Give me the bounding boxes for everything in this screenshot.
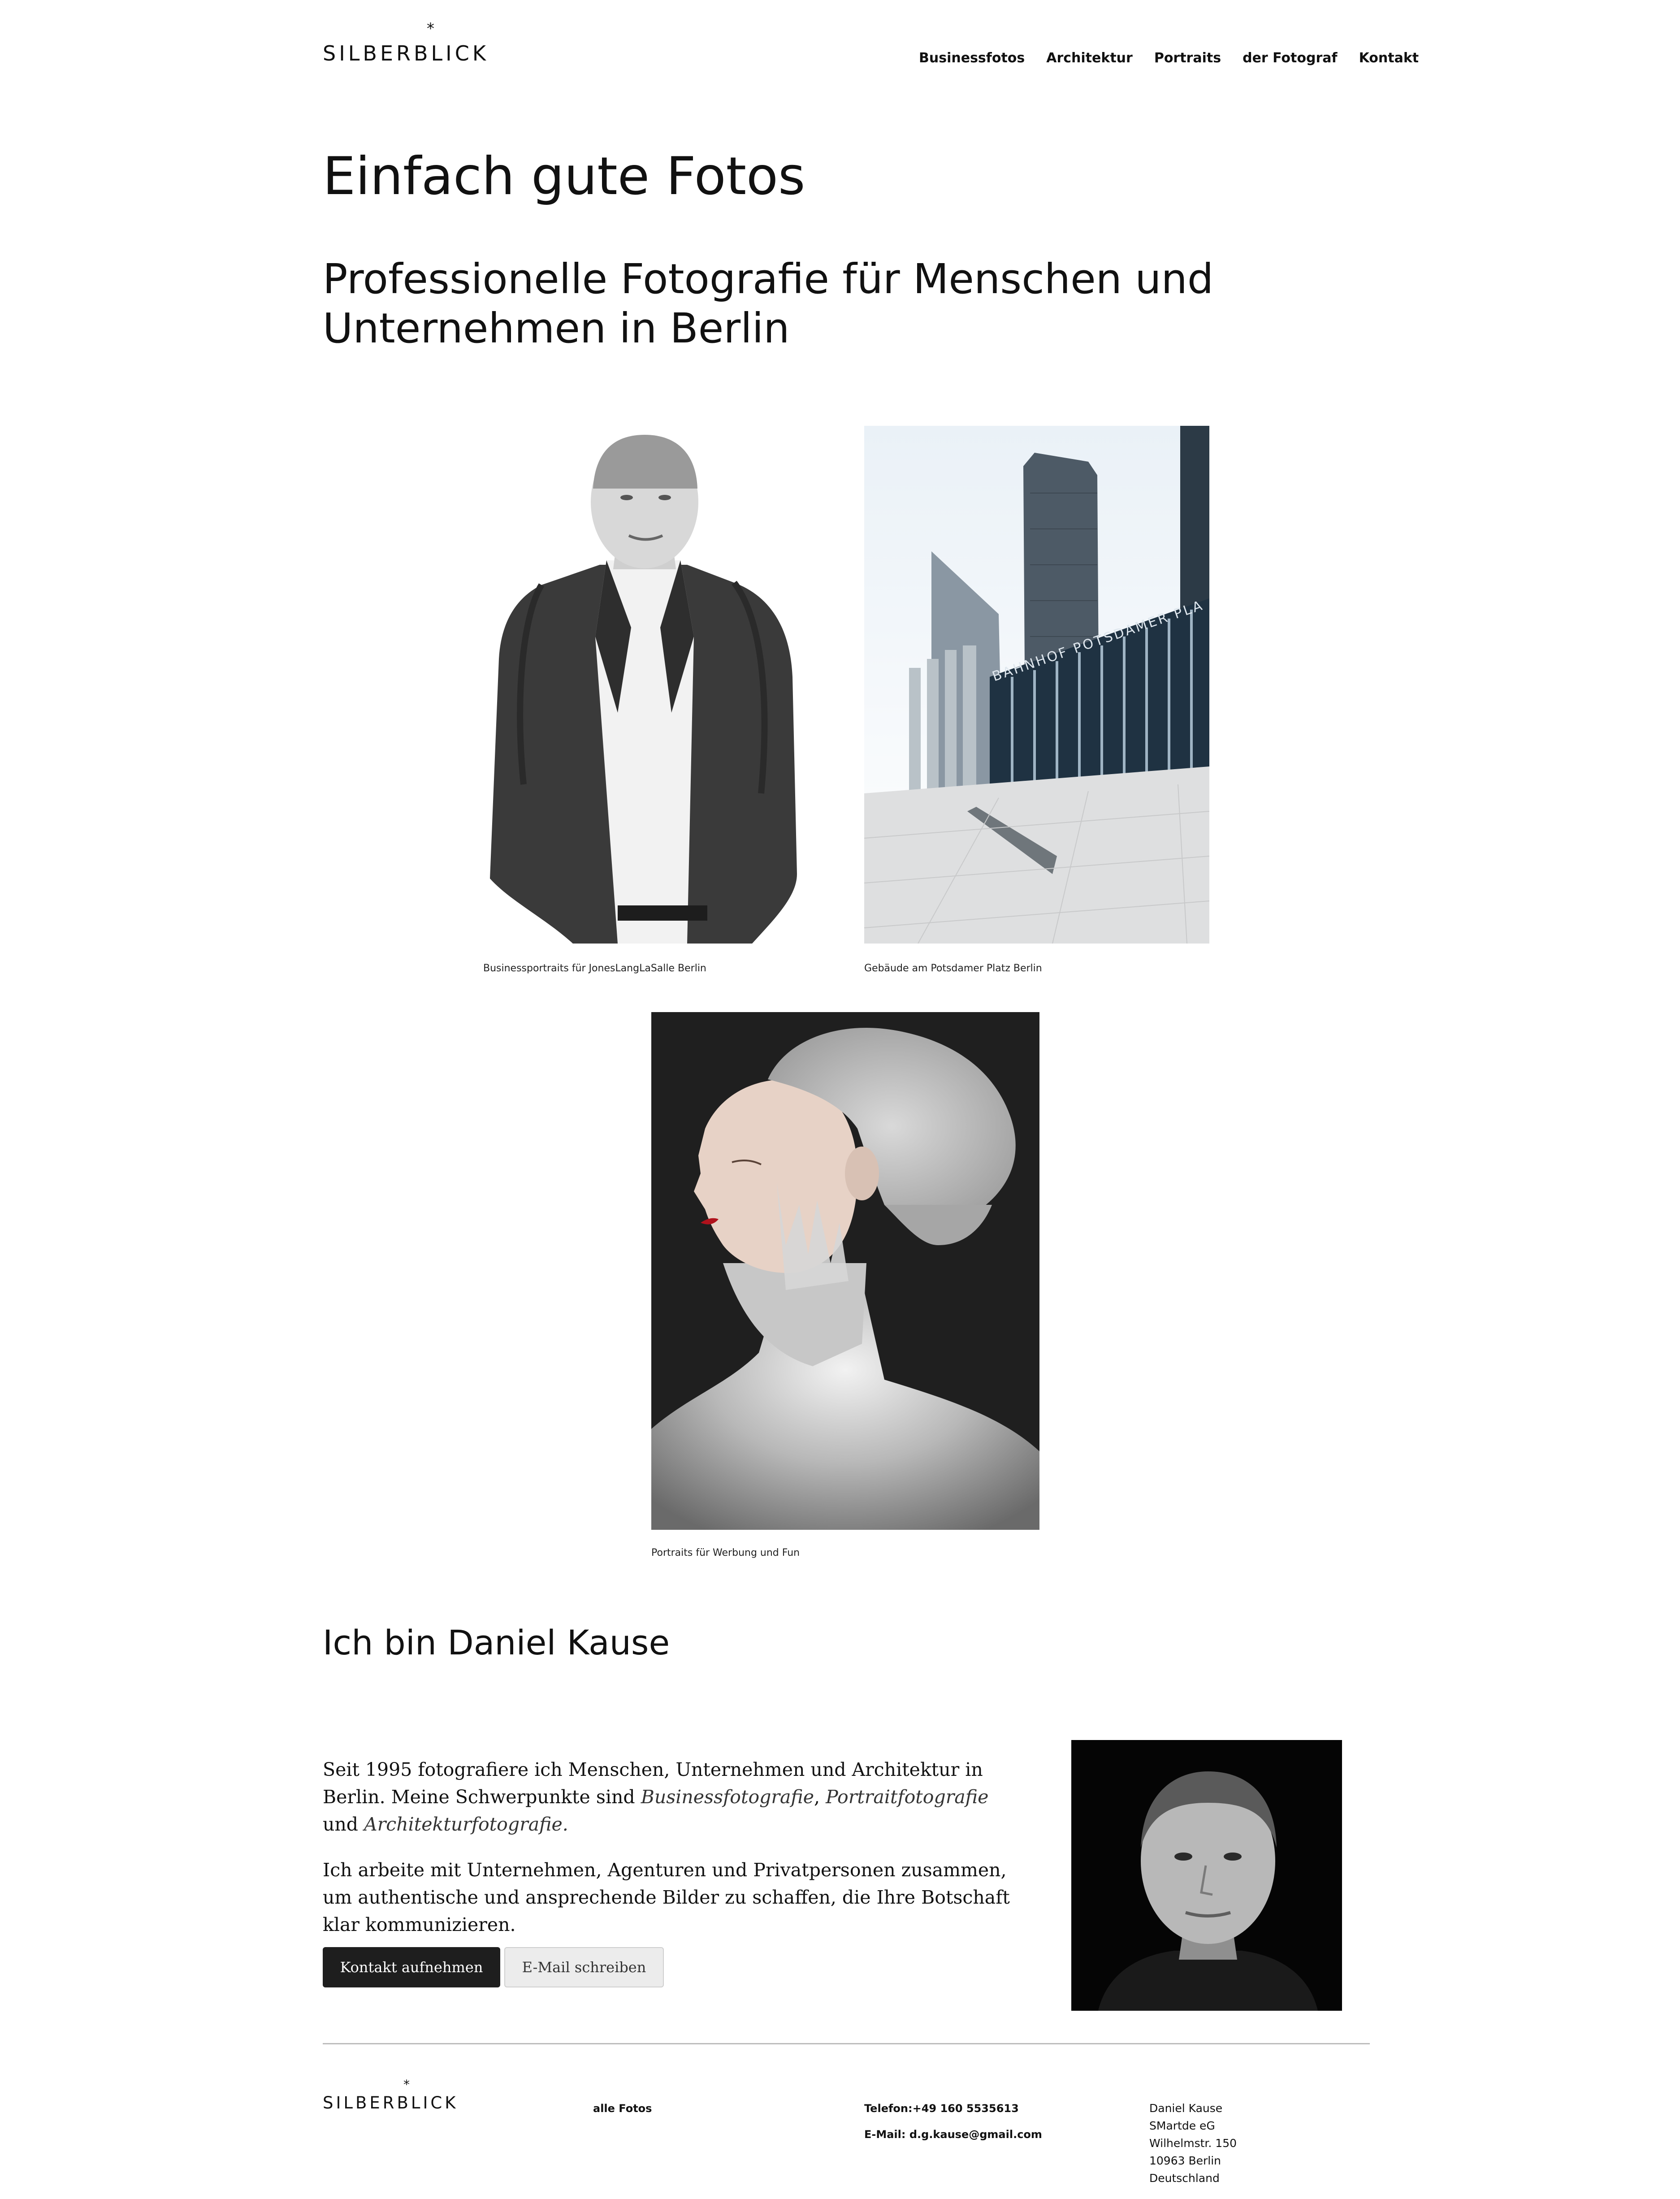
- about-paragraph-2: Ich arbeite mit Unternehmen, Agenturen u…: [323, 1859, 1010, 1935]
- about-paragraph-1: Seit 1995 fotografiere ich Menschen, Unt…: [323, 1756, 1022, 1838]
- footer-email[interactable]: E-Mail: d.g.kause@gmail.com: [864, 2128, 1042, 2141]
- footer-logo-text: SILBERBLICK: [323, 2093, 459, 2112]
- footer-logo[interactable]: * SILBERBLICK: [323, 2077, 459, 2112]
- footer-divider: [323, 2043, 1370, 2044]
- caption-architecture: Gebäude am Potsdamer Platz Berlin: [864, 963, 1042, 974]
- business-portrait-photo[interactable]: [483, 426, 802, 944]
- footer-logo-star: *: [403, 2077, 412, 2092]
- caption-business-portrait: Businessportraits für JonesLangLaSalle B…: [483, 963, 706, 974]
- link-portraitfotografie[interactable]: Portraitfotografie: [826, 1786, 988, 1808]
- nav-item-portraits[interactable]: Portraits: [1154, 50, 1221, 66]
- footer-address: Daniel Kause SMartde eG Wilhelmstr. 150 …: [1149, 2099, 1237, 2187]
- footer-all-photos-link[interactable]: alle Fotos: [593, 2102, 652, 2115]
- architecture-photo[interactable]: BAHNHOF POTSDAMER PLA: [864, 426, 1209, 944]
- logo[interactable]: * SILBERBLICK: [323, 20, 489, 65]
- link-architekturfotografie[interactable]: Architekturfotografie.: [364, 1814, 568, 1835]
- photographer-portrait: [1071, 1740, 1342, 2011]
- nav-item-businessfotos[interactable]: Businessfotos: [919, 50, 1025, 66]
- footer-phone[interactable]: Telefon:+49 160 5535613: [864, 2102, 1019, 2115]
- nav-item-kontakt[interactable]: Kontakt: [1359, 50, 1419, 66]
- logo-text: SILBERBLICK: [323, 41, 489, 65]
- address-line: Daniel Kause: [1149, 2102, 1223, 2115]
- address-line: Wilhelmstr. 150: [1149, 2137, 1237, 2150]
- about-p1-and: und: [323, 1814, 364, 1835]
- caption-creative-portrait: Portraits für Werbung und Fun: [651, 1547, 800, 1558]
- main-nav: Businessfotos Architektur Portraits der …: [919, 50, 1419, 66]
- address-line: 10963 Berlin: [1149, 2154, 1221, 2167]
- nav-item-architektur[interactable]: Architektur: [1046, 50, 1133, 66]
- page-subtitle: Professionelle Fotografie für Menschen u…: [323, 255, 1214, 352]
- link-businessfotografie[interactable]: Businessfotografie: [641, 1786, 814, 1808]
- page-title: Einfach gute Fotos: [323, 146, 805, 207]
- logo-star: *: [427, 20, 437, 38]
- nav-item-der-fotograf[interactable]: der Fotograf: [1243, 50, 1337, 66]
- creative-portrait-photo[interactable]: [651, 1012, 1039, 1530]
- about-p1-sep: ,: [814, 1786, 826, 1808]
- about-heading: Ich bin Daniel Kause: [323, 1623, 670, 1662]
- address-line: SMartde eG: [1149, 2119, 1215, 2132]
- email-button[interactable]: E-Mail schreiben: [504, 1947, 664, 1987]
- address-line: Deutschland: [1149, 2172, 1220, 2185]
- contact-button[interactable]: Kontakt aufnehmen: [323, 1947, 500, 1987]
